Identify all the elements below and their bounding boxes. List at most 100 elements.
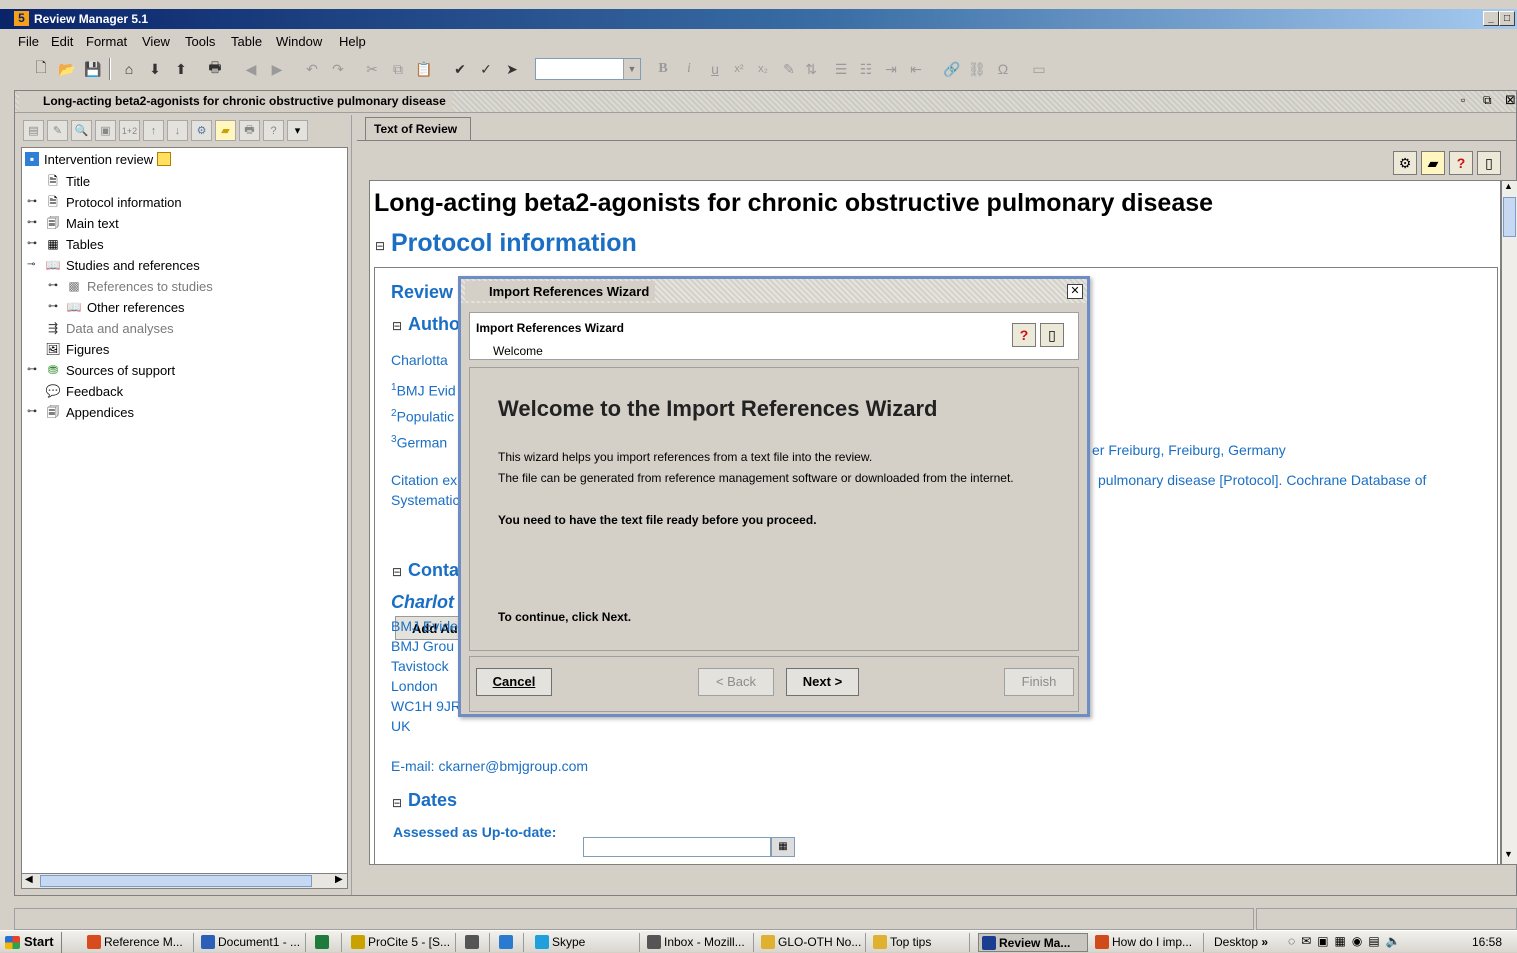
next-button[interactable]: Next > <box>786 668 859 696</box>
highlight-icon[interactable]: ✎ <box>777 57 801 81</box>
cancel-button[interactable]: Cancel <box>476 668 552 696</box>
print-outline-icon[interactable]: 🖶 <box>239 120 260 141</box>
copy-icon[interactable]: ⧉ <box>386 57 410 81</box>
taskbar-item[interactable]: Inbox - Mozill... <box>644 933 754 952</box>
move-down-icon[interactable]: ↓ <box>167 120 188 141</box>
wizard-icon[interactable]: ➤ <box>500 57 524 81</box>
sort-icon[interactable]: ⇅ <box>799 57 823 81</box>
download-icon[interactable]: ⬇ <box>143 57 167 81</box>
paste-icon[interactable]: 📋 <box>412 57 436 81</box>
tree-item-data-and-analyses[interactable]: ⇶ Data and analyses <box>45 318 174 338</box>
tray-icon[interactable]: ◌ <box>1288 934 1295 950</box>
move-up-icon[interactable]: ↑ <box>143 120 164 141</box>
tree-item-title[interactable]: 🗎 Title <box>45 171 90 191</box>
expand-handle-icon[interactable]: ⊶ <box>48 280 58 291</box>
scroll-left-icon[interactable]: ◀ <box>25 874 33 885</box>
collapse-icon[interactable]: ⊟ <box>375 239 385 253</box>
finish-button[interactable]: Finish <box>1004 668 1074 696</box>
collapse-handle-icon[interactable]: ⊸ <box>27 259 35 270</box>
tree-item-feedback[interactable]: 💬 Feedback <box>45 381 124 401</box>
outdent-icon[interactable]: ⇤ <box>904 57 928 81</box>
taskbar-item[interactable] <box>312 933 342 952</box>
find-icon[interactable]: 🔍 <box>71 120 92 141</box>
collapse-icon[interactable]: ⊟ <box>392 796 402 810</box>
upload-icon[interactable]: ⬆ <box>169 57 193 81</box>
superscript-button[interactable]: x² <box>727 57 751 81</box>
italic-button[interactable]: i <box>677 57 701 81</box>
tree-item-main-text[interactable]: 🗐 Main text <box>45 213 119 233</box>
taskbar-item[interactable] <box>462 933 490 952</box>
tray-icon[interactable]: ▦ <box>1335 934 1346 950</box>
settings-icon[interactable]: ⚙ <box>191 120 212 141</box>
menu-help[interactable]: Help <box>339 34 366 49</box>
taskbar-item[interactable] <box>496 933 524 952</box>
menu-table[interactable]: Table <box>231 34 262 49</box>
open-icon[interactable]: 📂 <box>55 57 79 81</box>
taskbar-item[interactable]: Reference M... <box>84 933 194 952</box>
assessed-date-input[interactable] <box>583 837 771 857</box>
collapse-icon[interactable]: ⊟ <box>392 565 402 579</box>
spellcheck-icon[interactable]: ✔ <box>448 57 472 81</box>
bold-button[interactable]: B <box>651 57 675 81</box>
close-icon[interactable]: ✕ <box>1067 284 1083 299</box>
start-button[interactable]: Start <box>0 932 62 953</box>
tray-icon[interactable]: ✉ <box>1301 934 1311 950</box>
scroll-up-icon[interactable]: ▲ <box>1504 181 1513 191</box>
abc-check-icon[interactable]: ✓ <box>474 57 498 81</box>
dialog-titlebar[interactable]: Import References Wizard ✕ <box>461 279 1087 303</box>
help-icon[interactable]: ? <box>1449 151 1473 175</box>
minimize-button[interactable]: _ <box>1483 11 1499 26</box>
taskbar-item-active[interactable]: Review Ma... <box>978 933 1088 952</box>
subscript-button[interactable]: x₂ <box>751 57 775 81</box>
tray-icon[interactable]: ▣ <box>1317 934 1328 950</box>
underline-button[interactable]: u <box>703 57 727 81</box>
print-icon[interactable]: 🖶 <box>203 57 227 81</box>
back-button[interactable]: < Back <box>698 668 774 696</box>
taskbar-item[interactable]: How do I imp... <box>1092 933 1204 952</box>
scroll-thumb[interactable] <box>1503 197 1516 237</box>
properties-icon[interactable]: ▣ <box>95 120 116 141</box>
menu-view[interactable]: View <box>142 34 170 49</box>
cut-icon[interactable]: ✂ <box>360 57 384 81</box>
menu-edit[interactable]: Edit <box>51 34 73 49</box>
omega-button[interactable]: Ω <box>991 57 1015 81</box>
expand-handle-icon[interactable]: ⊶ <box>27 364 37 375</box>
indent-icon[interactable]: ⇥ <box>879 57 903 81</box>
scroll-down-icon[interactable]: ▼ <box>1504 849 1513 859</box>
add-section-icon[interactable]: ▤ <box>23 120 44 141</box>
book-icon[interactable]: ▯ <box>1477 151 1501 175</box>
save-icon[interactable]: 💾 <box>81 57 105 81</box>
editor-vertical-scrollbar[interactable]: ▲ ▼ <box>1501 180 1517 865</box>
tab-text-of-review[interactable]: Text of Review <box>365 117 471 141</box>
tree-item-protocol-information[interactable]: 🗎 Protocol information <box>45 192 181 212</box>
tree-item-sources-of-support[interactable]: ⛃ Sources of support <box>45 360 175 380</box>
help-icon[interactable]: ? <box>263 120 284 141</box>
tree-item-tables[interactable]: ▦ Tables <box>45 234 103 254</box>
taskbar-item[interactable]: GLO-OTH No... <box>758 933 866 952</box>
book-icon[interactable]: ▯ <box>1040 323 1064 347</box>
renumber-icon[interactable]: 1+2 <box>119 120 140 141</box>
tree-item-other-references[interactable]: 📖 Other references <box>66 297 185 317</box>
new-icon[interactable]: 🗋 <box>29 57 53 81</box>
settings-icon[interactable]: ⚙ <box>1393 151 1417 175</box>
home-icon[interactable]: ⌂ <box>117 57 141 81</box>
scroll-thumb[interactable] <box>40 875 312 887</box>
tree-horizontal-scrollbar[interactable]: ◀ ▶ <box>21 873 348 889</box>
restore-button[interactable]: □ <box>1499 11 1515 26</box>
tray-icon[interactable]: ▤ <box>1368 934 1379 950</box>
note-icon[interactable]: ▰ <box>1421 151 1445 175</box>
desktop-toolbar[interactable]: Desktop » <box>1214 935 1268 949</box>
tree-root[interactable]: ▪ Intervention review <box>25 149 172 169</box>
menu-format[interactable]: Format <box>86 34 127 49</box>
panel-splitter[interactable] <box>351 115 357 895</box>
tree-item-references-to-studies[interactable]: ▩ References to studies <box>66 276 212 296</box>
tree-item-appendices[interactable]: 🗐 Appendices <box>45 402 134 422</box>
scroll-right-icon[interactable]: ▶ <box>335 874 343 885</box>
link-icon[interactable]: 🔗 <box>940 57 964 81</box>
expand-handle-icon[interactable]: ⊶ <box>48 301 58 312</box>
unlink-icon[interactable]: ⛓ <box>965 57 989 81</box>
expand-handle-icon[interactable]: ⊶ <box>27 217 37 228</box>
minimize-doc-icon[interactable]: ▫ <box>1461 93 1465 107</box>
maximize-doc-icon[interactable]: ⧉ <box>1483 93 1492 108</box>
back-arrow-icon[interactable]: ◀ <box>239 57 263 81</box>
